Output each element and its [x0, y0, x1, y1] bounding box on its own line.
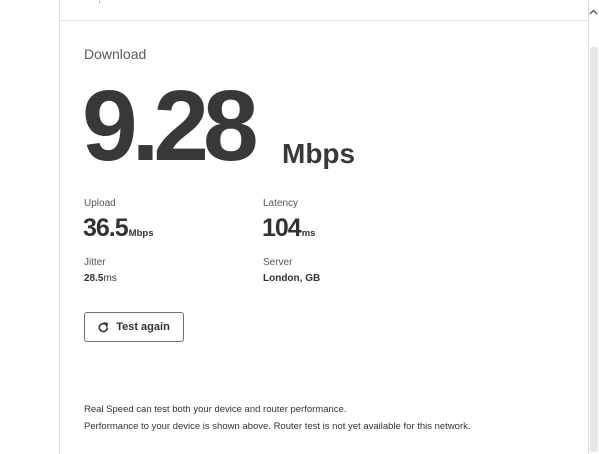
- info-line-2: Performance to your device is shown abov…: [84, 421, 471, 432]
- server-value: London, GB: [263, 273, 321, 284]
- latency-value: 104: [262, 214, 302, 242]
- latency-label: Latency: [263, 198, 299, 209]
- jitter-label: Jitter: [84, 257, 106, 268]
- clipped-header-text: ,: [98, 0, 101, 5]
- download-label: Download: [84, 46, 147, 62]
- upload-metric: 36.5Mbps: [83, 214, 153, 243]
- jitter-metric: 28.5ms: [84, 273, 117, 284]
- jitter-unit: ms: [103, 273, 117, 284]
- info-line-1: Real Speed can test both your device and…: [84, 404, 347, 415]
- latency-unit: ms: [301, 228, 316, 239]
- server-label: Server: [263, 257, 293, 268]
- download-unit: Mbps: [282, 138, 356, 169]
- download-value: 9.28: [82, 70, 259, 182]
- jitter-value: 28.5: [84, 273, 104, 284]
- scroll-up-button[interactable]: [588, 4, 599, 18]
- upload-value: 36.5: [83, 214, 129, 242]
- upload-unit: Mbps: [128, 228, 154, 239]
- scrollbar-thumb[interactable]: [590, 47, 598, 452]
- test-again-label: Test again: [116, 321, 170, 333]
- speed-test-panel: , Download 9.28 Mbps Upload 36.5Mbps Lat…: [59, 0, 589, 454]
- download-result: 9.28 Mbps: [82, 76, 582, 176]
- chevron-up-icon: [589, 2, 598, 20]
- test-again-button[interactable]: Test again: [84, 312, 184, 342]
- upload-label: Upload: [84, 198, 116, 209]
- refresh-icon: [98, 321, 109, 333]
- top-divider: [60, 20, 588, 21]
- latency-metric: 104ms: [262, 214, 315, 243]
